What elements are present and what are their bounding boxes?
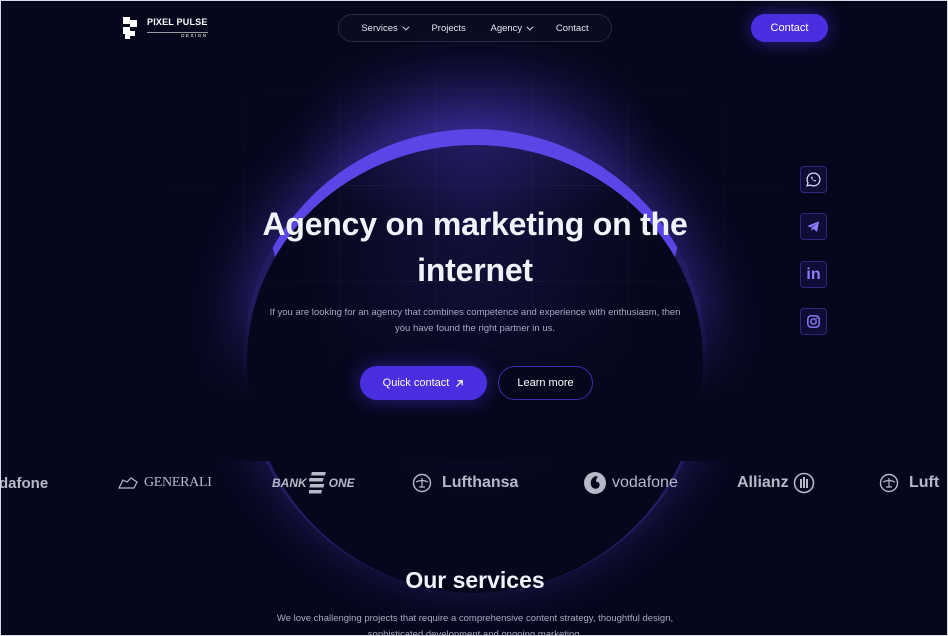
brand-logo-generali: GENERALI: [118, 469, 212, 497]
brand-logo-vodafone: vodafone: [583, 469, 678, 497]
whatsapp-icon: [806, 172, 821, 187]
logo-subtitle: DESIGN: [147, 31, 208, 39]
brand-name: GENERALI: [144, 475, 212, 490]
linkedin-link[interactable]: in: [800, 261, 827, 288]
lufthansa-crane-icon: [412, 473, 432, 493]
brand-name: Luft: [909, 474, 940, 491]
generali-lion-icon: [118, 477, 138, 489]
nav-item-contact[interactable]: Contact: [556, 23, 589, 34]
brand-name: dafone: [0, 474, 49, 492]
brand-name: Lufthansa: [442, 474, 519, 491]
quick-contact-button[interactable]: Quick contact: [360, 366, 487, 400]
page-frame: PIXEL PULSE DESIGN Services Projects Age…: [0, 0, 948, 636]
instagram-link[interactable]: [800, 308, 827, 335]
quick-contact-label: Quick contact: [382, 377, 450, 389]
hero-title: Agency on marketing on the internet: [262, 206, 688, 288]
learn-more-button[interactable]: Learn more: [498, 366, 593, 400]
nav-label: Agency: [490, 22, 523, 34]
pixel-logo-icon: [123, 17, 143, 39]
bank-one-stripes-icon: [308, 472, 326, 494]
brand-name-second: ONE: [328, 476, 355, 490]
brand-logo-vodafone-partial: dafone: [0, 469, 49, 497]
nav-label: Services: [361, 22, 398, 34]
nav-label: Contact: [555, 22, 589, 34]
brand-logo-bank-one: BANK ONE: [272, 469, 355, 497]
brand-name: BANK: [272, 476, 307, 490]
brand-name: Allianz: [737, 474, 789, 491]
instagram-icon: [807, 315, 820, 328]
allianz-eagle-icon: [793, 472, 814, 494]
chevron-down-icon: [402, 23, 410, 31]
nav-item-agency[interactable]: Agency: [490, 22, 534, 34]
linkedin-icon: in: [806, 265, 821, 283]
site-logo[interactable]: PIXEL PULSE DESIGN: [123, 15, 208, 41]
nav-label: Projects: [431, 22, 466, 34]
hero-subtitle: If you are looking for an agency that co…: [269, 307, 681, 334]
brand-name: vodafone: [612, 474, 678, 491]
chevron-down-icon: [526, 23, 534, 31]
main-nav: Services Projects Agency Contact: [338, 14, 612, 42]
telegram-icon: [807, 221, 820, 232]
whatsapp-link[interactable]: [800, 166, 827, 193]
nav-item-projects[interactable]: Projects: [431, 23, 465, 34]
brand-logo-allianz: Allianz: [737, 469, 815, 497]
header-contact-button[interactable]: Contact: [751, 14, 828, 42]
brand-logo-lufthansa: Lufthansa: [412, 469, 518, 497]
lufthansa-crane-icon: [879, 473, 899, 493]
brand-logo-lufthansa-partial: Luft: [879, 469, 939, 497]
arrow-up-right-icon: [456, 379, 464, 387]
nav-item-services[interactable]: Services: [361, 22, 410, 34]
vodafone-speechmark-icon: [584, 472, 606, 494]
services-title: Our services: [405, 567, 545, 593]
telegram-link[interactable]: [800, 213, 827, 240]
logo-name: PIXEL PULSE: [147, 16, 208, 27]
services-description: We love challenging projects that requir…: [276, 613, 674, 636]
